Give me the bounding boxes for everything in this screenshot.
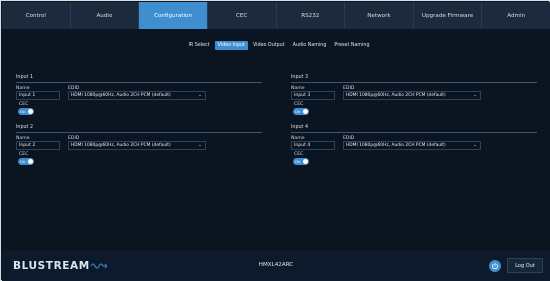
edid-select[interactable]: HDMI 1080p@60Hz, Audio 2CH PCM (default)… xyxy=(68,91,206,100)
input-card-2: Input 2 Name EDID Input 2 HDMI 1080p@60H… xyxy=(16,125,262,165)
chevron-down-icon: ⌄ xyxy=(473,143,477,148)
cec-toggle[interactable]: On xyxy=(293,158,309,165)
divider xyxy=(291,132,537,133)
chevron-down-icon: ⌄ xyxy=(198,143,202,148)
toggle-state-label: On xyxy=(20,159,26,164)
cec-label: CEC xyxy=(19,152,29,157)
config-subtabs: IR Select Video Input Video Output Audio… xyxy=(2,41,550,50)
cec-label: CEC xyxy=(294,152,304,157)
nav-tab-control[interactable]: Control xyxy=(2,2,71,29)
edid-select[interactable]: HDMI 1080p@60Hz, Audio 2CH PCM (default)… xyxy=(68,141,206,150)
toggle-knob xyxy=(303,109,308,114)
power-icon xyxy=(492,262,498,270)
input-card-1: Input 1 Name EDID Input 1 HDMI 1080p@60H… xyxy=(16,75,262,115)
input-name-field[interactable]: Input 3 xyxy=(291,91,335,100)
divider xyxy=(16,82,262,83)
input-title: Input 4 xyxy=(291,125,308,130)
input-title: Input 3 xyxy=(291,75,308,80)
app-window: Control Audio Configuration CEC RS232 Ne… xyxy=(0,0,550,281)
logout-button[interactable]: Log Out xyxy=(507,258,543,273)
nav-tab-audio[interactable]: Audio xyxy=(71,2,140,29)
subtab-video-output[interactable]: Video Output xyxy=(250,41,288,50)
toggle-knob xyxy=(28,109,33,114)
chevron-down-icon: ⌄ xyxy=(473,93,477,98)
subtab-ir-select[interactable]: IR Select xyxy=(186,41,213,50)
edid-selected-value: HDMI 1080p@60Hz, Audio 2CH PCM (default) xyxy=(346,93,446,98)
edid-selected-value: HDMI 1080p@60Hz, Audio 2CH PCM (default) xyxy=(346,143,446,148)
device-model: HMXL42ARC xyxy=(258,262,294,268)
main-content: IR Select Video Input Video Output Audio… xyxy=(2,29,550,251)
cec-label: CEC xyxy=(19,102,29,107)
toggle-state-label: On xyxy=(295,109,301,114)
cec-toggle[interactable]: On xyxy=(18,158,34,165)
chevron-down-icon: ⌄ xyxy=(198,93,202,98)
nav-tab-network[interactable]: Network xyxy=(345,2,414,29)
toggle-state-label: On xyxy=(295,159,301,164)
subtab-preset-naming[interactable]: Preset Naming xyxy=(331,41,372,50)
nav-tab-upgrade-firmware[interactable]: Upgrade Firmware xyxy=(414,2,483,29)
edid-select[interactable]: HDMI 1080p@60Hz, Audio 2CH PCM (default)… xyxy=(343,141,481,150)
input-card-4: Input 4 Name EDID Input 4 HDMI 1080p@60H… xyxy=(291,125,537,165)
divider xyxy=(16,132,262,133)
nav-tab-configuration[interactable]: Configuration xyxy=(139,2,208,29)
power-button[interactable] xyxy=(489,260,501,272)
toggle-knob xyxy=(28,159,33,164)
edid-selected-value: HDMI 1080p@60Hz, Audio 2CH PCM (default) xyxy=(71,93,171,98)
nav-tab-admin[interactable]: Admin xyxy=(482,2,550,29)
subtab-audio-naming[interactable]: Audio Naming xyxy=(290,41,330,50)
cec-toggle[interactable]: On xyxy=(293,108,309,115)
subtab-video-input[interactable]: Video Input xyxy=(214,41,248,50)
edid-select[interactable]: HDMI 1080p@60Hz, Audio 2CH PCM (default)… xyxy=(343,91,481,100)
toggle-state-label: On xyxy=(20,109,26,114)
input-name-field[interactable]: Input 4 xyxy=(291,141,335,150)
divider xyxy=(291,82,537,83)
cec-toggle[interactable]: On xyxy=(18,108,34,115)
nav-tab-rs232[interactable]: RS232 xyxy=(277,2,346,29)
input-title: Input 2 xyxy=(16,125,33,130)
input-name-field[interactable]: Input 1 xyxy=(16,91,60,100)
input-title: Input 1 xyxy=(16,75,33,80)
nav-tab-cec[interactable]: CEC xyxy=(208,2,277,29)
top-nav: Control Audio Configuration CEC RS232 Ne… xyxy=(2,2,550,29)
input-card-3: Input 3 Name EDID Input 3 HDMI 1080p@60H… xyxy=(291,75,537,115)
footer-bar: BLUSTREAM HMXL42ARC Log Out xyxy=(2,251,550,281)
toggle-knob xyxy=(303,159,308,164)
edid-selected-value: HDMI 1080p@60Hz, Audio 2CH PCM (default) xyxy=(71,143,171,148)
cec-label: CEC xyxy=(294,102,304,107)
input-name-field[interactable]: Input 2 xyxy=(16,141,60,150)
